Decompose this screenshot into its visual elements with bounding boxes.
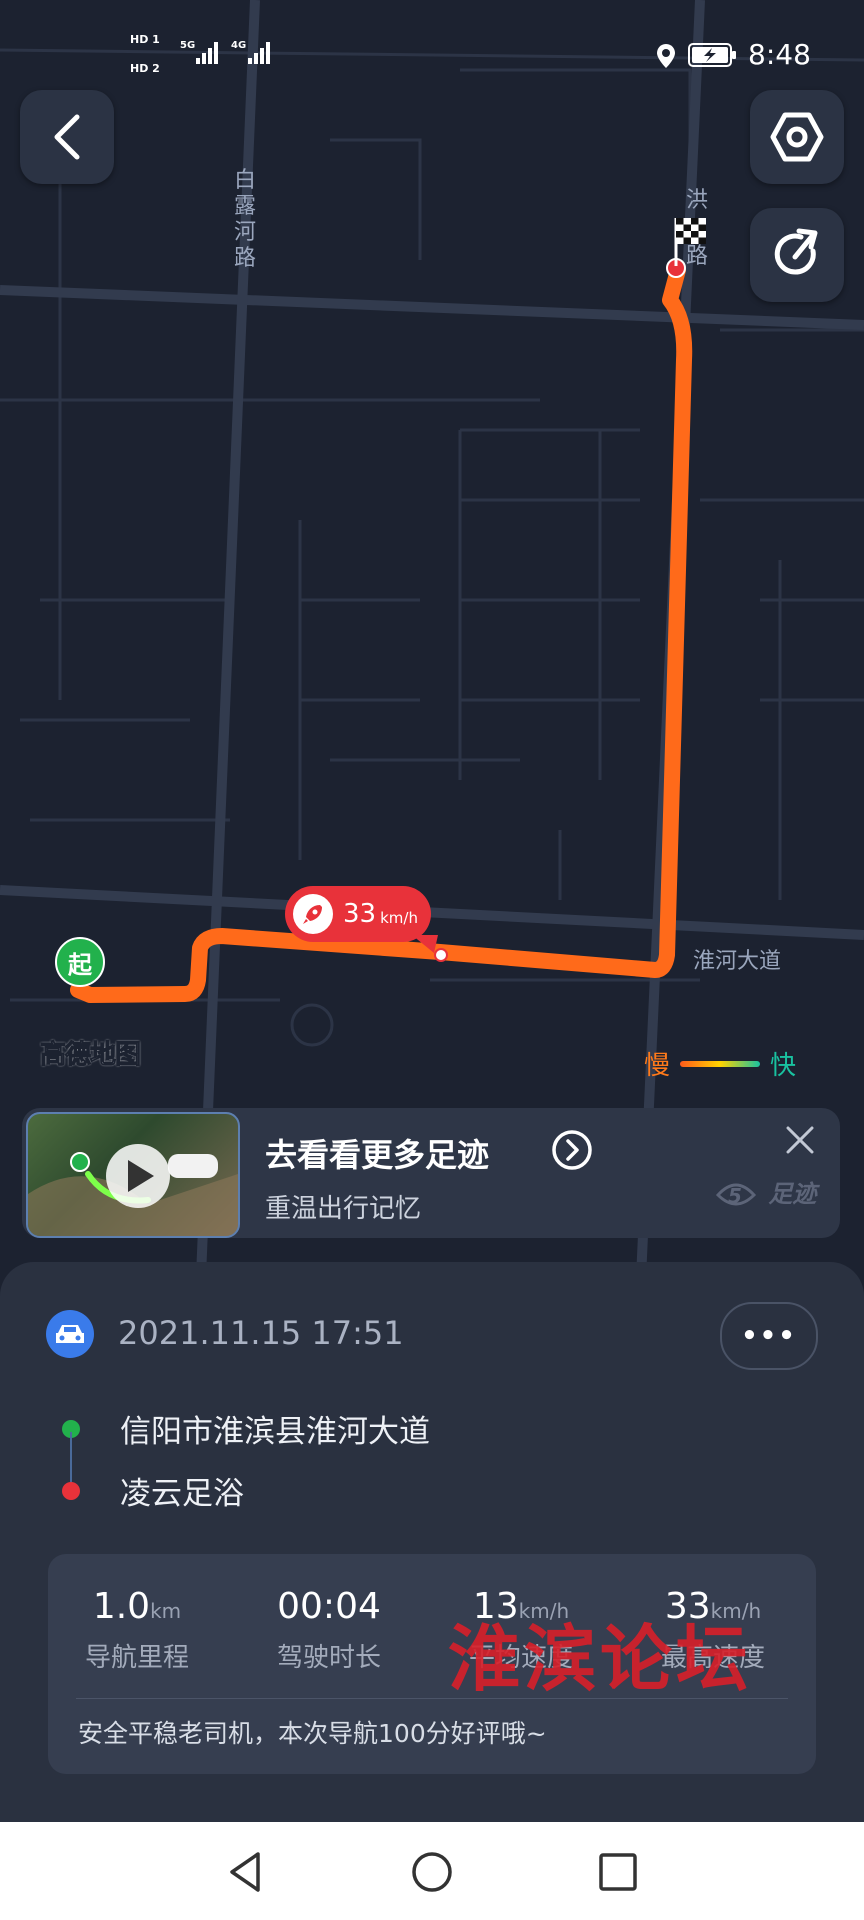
legend-fast: 快 [770,1051,797,1081]
footprint-logo: 5 足迹 [712,1174,816,1215]
settings-button[interactable] [750,90,844,184]
road-label-lu: 路 [686,244,709,269]
stat-duration-label: 驾驶时长 [276,1643,381,1673]
square-recents-icon [599,1853,637,1891]
close-icon[interactable] [782,1122,818,1158]
sim1-label: HD 1 [130,33,160,46]
location-icon [657,44,675,68]
signal2-icon [248,42,270,64]
back-button[interactable] [20,90,114,184]
nav-home-button[interactable] [404,1844,460,1900]
legend-slow: 慢 [644,1051,671,1081]
destination-address: 凌云足浴 [120,1476,244,1512]
rocket-icon [293,894,333,934]
promo-title: 去看看更多足迹 [265,1136,490,1174]
max-speed-bubble[interactable]: 33 km/h [285,886,431,942]
share-button[interactable] [750,208,844,302]
speed-legend: 慢 快 [644,1045,796,1082]
battery-icon [688,43,736,67]
network1-label: 5G [180,40,196,51]
origin-address: 信阳市淮滨县淮河大道 [120,1414,430,1450]
status-bar: HD 1 HD 2 5G 4G 8:48 [0,0,864,110]
route-connector [70,1432,72,1486]
circle-home-icon [412,1852,452,1892]
nav-back-button[interactable] [218,1844,274,1900]
clock: 8:48 [748,38,811,71]
road-label-bailuhe: 白露河路 [234,168,257,271]
network2-label: 4G [231,40,247,51]
footprint-logo-text: 足迹 [768,1180,817,1208]
more-options-button[interactable]: ••• [720,1302,818,1370]
destination-dot [62,1482,80,1500]
triangle-back-icon [230,1852,260,1892]
road-label-hong: 洪 [686,188,709,213]
svg-text:5: 5 [728,1184,742,1208]
stat-duration: 00:04 驾驶时长 [244,1586,414,1674]
sim2-label: HD 2 [130,62,160,75]
stat-distance-unit: km [150,1599,182,1623]
route-map[interactable] [0,0,864,1300]
car-icon [46,1310,94,1358]
trip-detail-sheet: 2021.11.15 17:51 ••• 信阳市淮滨县淮河大道 凌云足浴 1.0… [0,1262,864,1822]
speed-bubble-value: 33 [343,899,377,929]
start-marker: 起 [55,937,105,987]
forum-watermark: 淮滨论坛 [448,1616,753,1701]
stat-distance: 1.0km 导航里程 [52,1586,222,1674]
road-label-huaihe: 淮河大道 [693,949,782,974]
trip-datetime: 2021.11.15 17:51 [118,1314,404,1352]
driving-comment: 安全平稳老司机，本次导航100分好评哦~ [78,1719,547,1748]
stat-distance-label: 导航里程 [84,1643,189,1673]
speed-bubble-tail [412,935,438,953]
amap-logo: 高德地图 [39,1040,141,1071]
settings-hexagon-icon [770,112,824,162]
footprint-promo-card[interactable]: 去看看更多足迹 重温出行记忆 5 足迹 [22,1108,840,1238]
promo-subtitle: 重温出行记忆 [265,1194,422,1224]
share-icon [774,228,818,275]
legend-gradient [680,1060,761,1067]
nav-recents-button[interactable] [590,1844,646,1900]
stat-distance-value: 1.0 [92,1586,151,1627]
promo-thumbnail [26,1112,240,1238]
signal1-icon [196,42,218,64]
system-nav-bar [0,1822,864,1920]
arrow-circle-right-icon[interactable] [550,1128,594,1172]
chevron-left-icon [54,114,80,160]
speed-bubble-unit: km/h [380,909,418,927]
stat-duration-value: 00:04 [277,1586,381,1627]
